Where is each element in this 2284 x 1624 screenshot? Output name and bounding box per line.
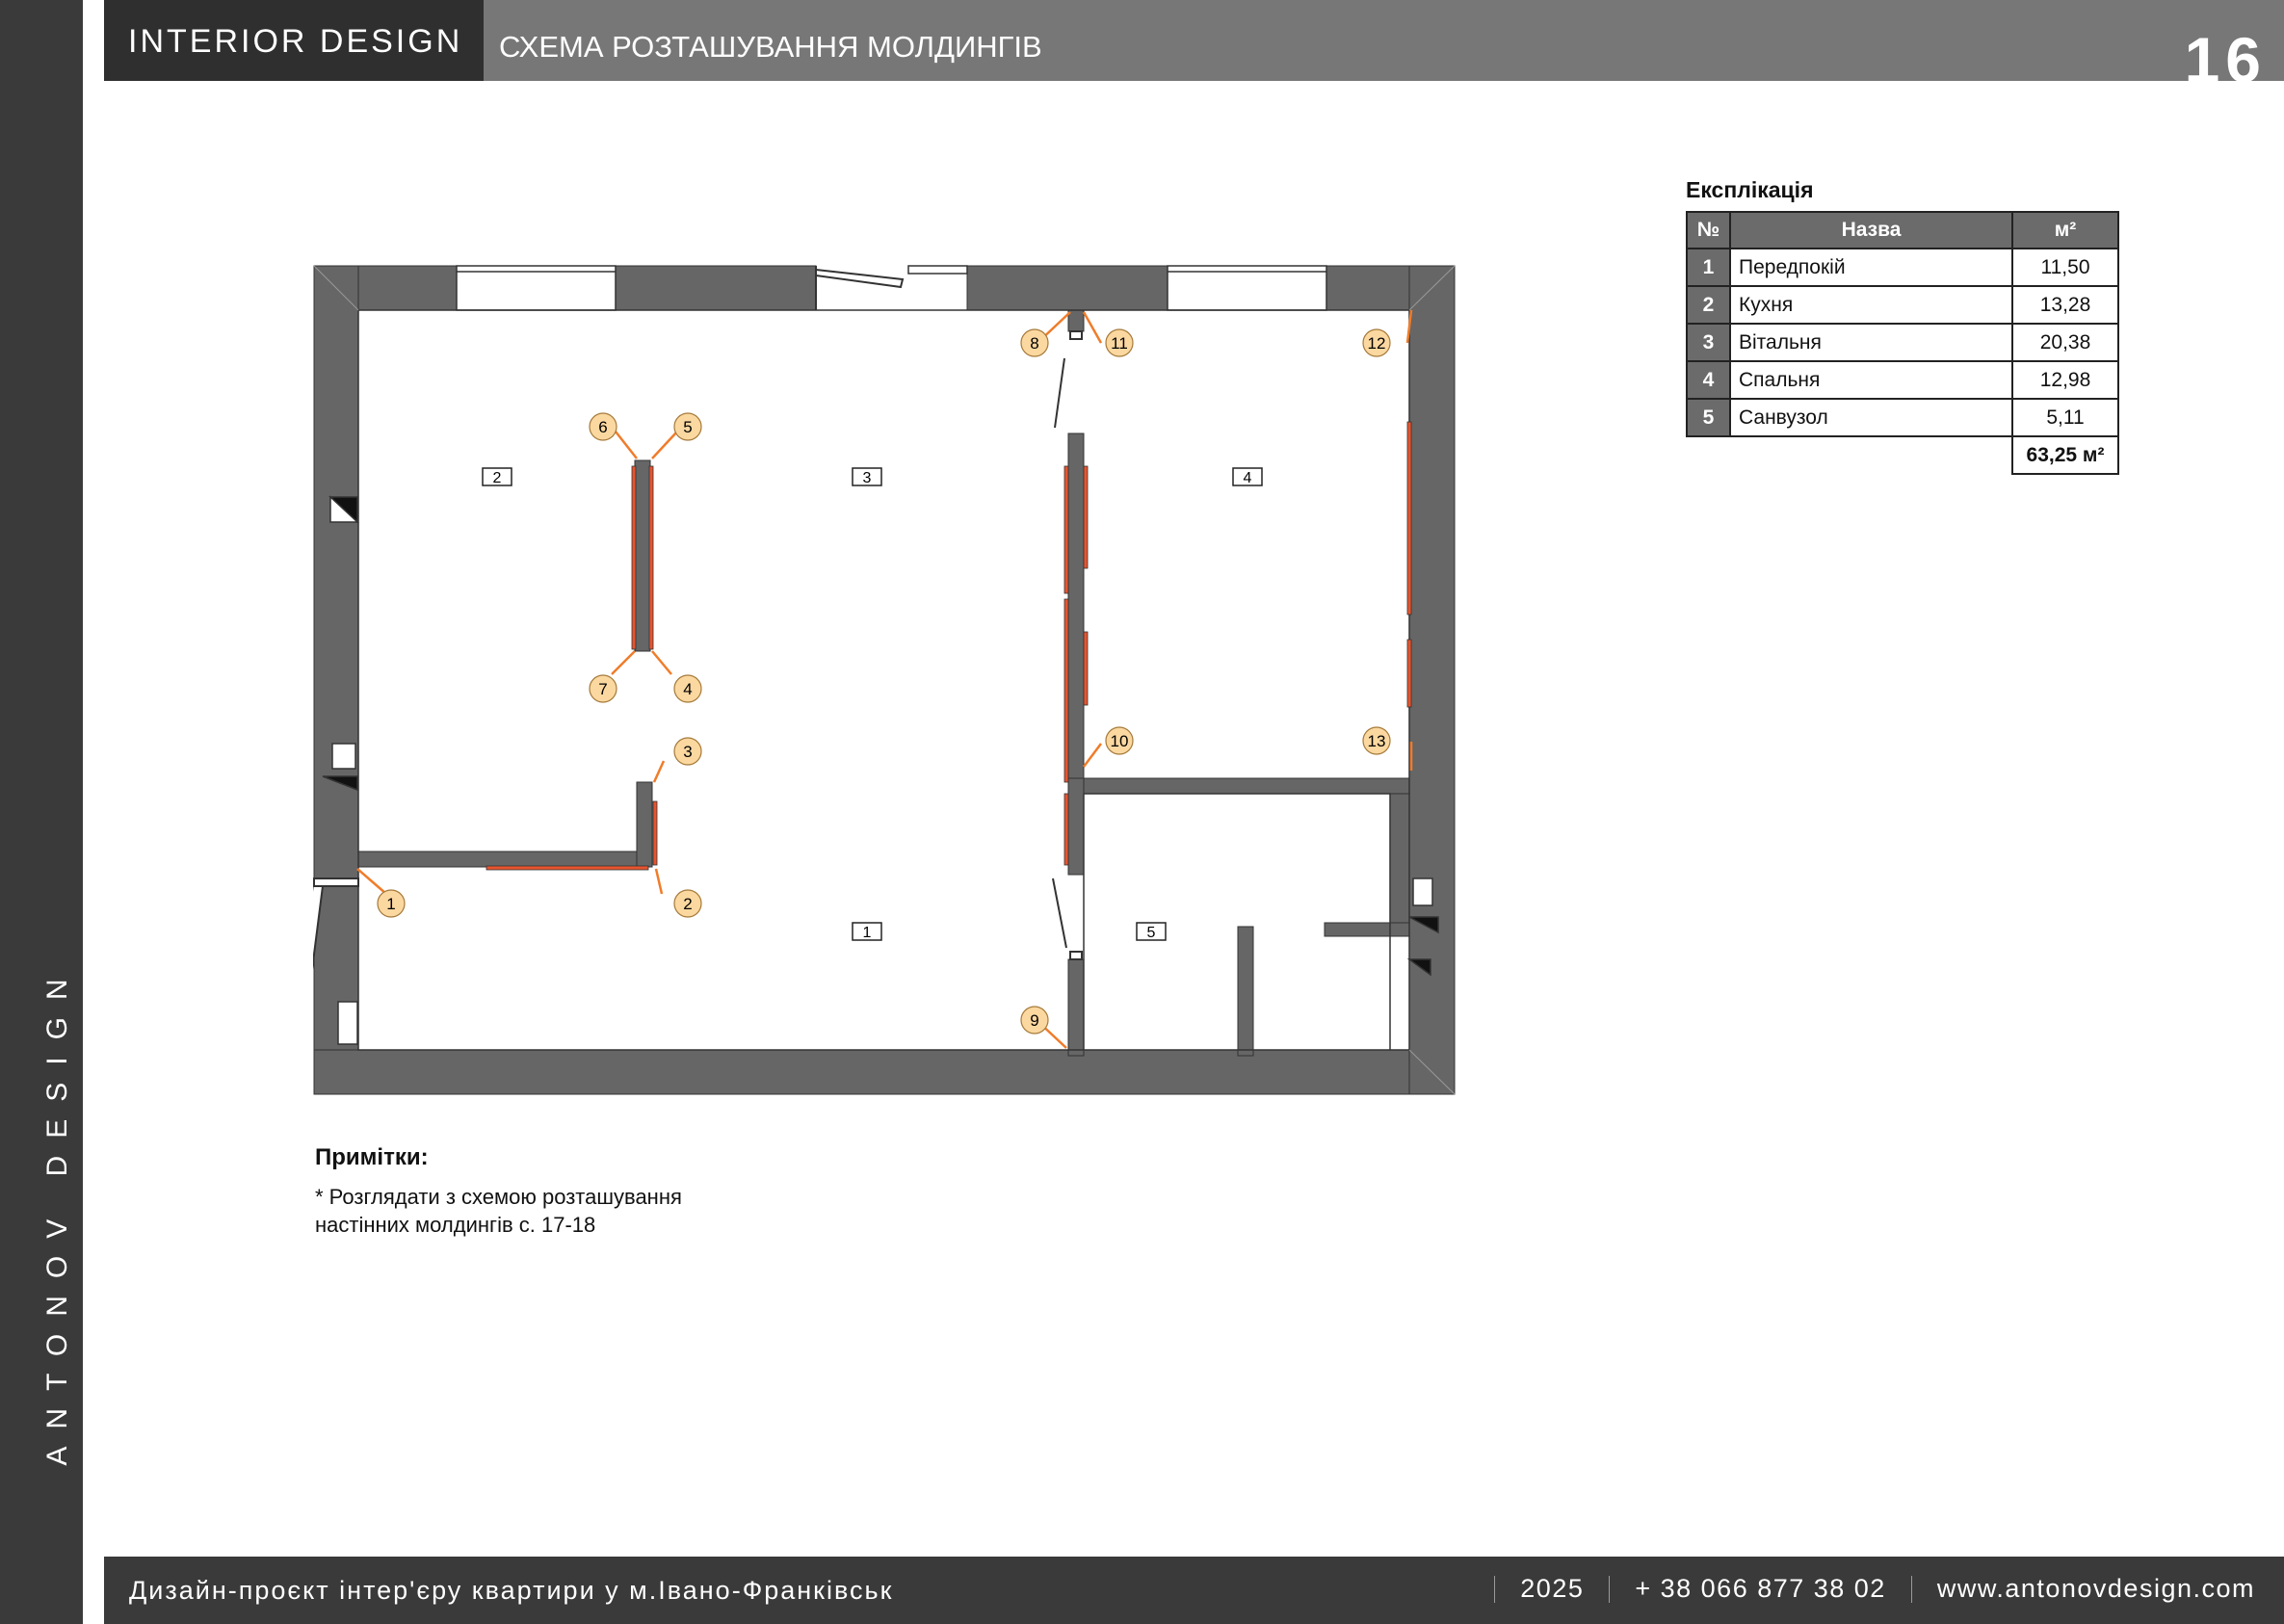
room-tag-1: 1: [852, 922, 882, 941]
svg-text:13: 13: [1368, 732, 1386, 750]
footer-phone: + 38 066 877 38 02: [1635, 1574, 1886, 1603]
windows: [456, 265, 1327, 311]
row-name: Вітальня: [1729, 323, 2013, 362]
room-tag-2: 2: [482, 467, 512, 486]
svg-text:4: 4: [1244, 470, 1252, 486]
header-name: Назва: [1729, 211, 2013, 249]
side-brand-text: ANTONOV DESIGN: [41, 961, 73, 1466]
marker-8: 8: [1020, 328, 1049, 357]
svg-text:3: 3: [683, 743, 692, 761]
table-row: 5 Санвузол 5,11: [1686, 398, 2119, 437]
svg-text:5: 5: [1147, 925, 1156, 941]
row-name: Санвузол: [1729, 398, 2013, 437]
svg-text:1: 1: [386, 895, 395, 913]
page-title: СХЕМА РОЗТАШУВАННЯ МОЛДИНГІВ: [499, 30, 1042, 64]
footer-divider: [1910, 1575, 1912, 1603]
table-row: 4 Спальня 12,98: [1686, 360, 2119, 400]
marker-9: 9: [1020, 1006, 1049, 1035]
marker-5: 5: [673, 412, 702, 441]
row-area: 13,28: [2011, 285, 2119, 325]
svg-text:8: 8: [1030, 334, 1038, 353]
floor-plan: 2 3 4 1 5 1 2 3 4 5 6 7 8 9 10 11 12 13: [313, 265, 1456, 1095]
row-area: 5,11: [2011, 398, 2119, 437]
svg-text:2: 2: [493, 470, 502, 486]
footer-bar: Дизайн-проєкт інтер'єру квартири у м.Іва…: [104, 1557, 2284, 1624]
footer-project: Дизайн-проєкт інтер'єру квартири у м.Іва…: [129, 1576, 894, 1605]
room-tag-5: 5: [1136, 922, 1167, 941]
table-row: 3 Вітальня 20,38: [1686, 323, 2119, 362]
row-area: 20,38: [2011, 323, 2119, 362]
explication-legend: Експлікація № Назва м² 1 Передпокій 11,5…: [1686, 177, 2119, 475]
niches: [322, 495, 1439, 1045]
footer-divider: [1494, 1575, 1496, 1603]
table-header: № Назва м²: [1686, 211, 2119, 249]
svg-text:10: 10: [1111, 732, 1129, 750]
page-number: 16: [2184, 24, 2267, 95]
svg-text:9: 9: [1030, 1011, 1038, 1030]
svg-text:7: 7: [598, 680, 607, 698]
marker-1: 1: [377, 889, 406, 918]
row-area: 11,50: [2011, 248, 2119, 287]
svg-text:5: 5: [683, 418, 692, 436]
svg-text:4: 4: [683, 680, 692, 698]
footer-divider: [1609, 1575, 1611, 1603]
table-row: 1 Передпокій 11,50: [1686, 248, 2119, 287]
table-total-row: 63,25 м²: [1687, 435, 2119, 475]
header-brand: INTERIOR DESIGN: [128, 23, 463, 60]
marker-4: 4: [673, 674, 702, 703]
svg-text:12: 12: [1368, 334, 1386, 353]
total-area: 63,25 м²: [2011, 435, 2119, 475]
corner-lines: [313, 265, 1456, 1095]
svg-text:3: 3: [863, 470, 872, 486]
marker-2: 2: [673, 889, 702, 918]
room-tag-4: 4: [1232, 467, 1263, 486]
marker-12: 12: [1362, 328, 1391, 357]
svg-text:6: 6: [598, 418, 607, 436]
notes-text: * Розглядати з схемою розташування насті…: [315, 1185, 682, 1237]
legend-title: Експлікація: [1686, 177, 1814, 202]
moldings: [486, 421, 1412, 871]
svg-text:11: 11: [1111, 334, 1128, 353]
row-area: 12,98: [2011, 360, 2119, 400]
svg-text:1: 1: [863, 925, 872, 941]
row-no: 2: [1686, 285, 1731, 325]
row-name: Кухня: [1729, 285, 2013, 325]
row-no: 1: [1686, 248, 1731, 287]
notes-title: Примітки:: [315, 1144, 429, 1170]
balcony-door: [815, 266, 905, 310]
header-no: №: [1686, 211, 1731, 249]
row-no: 5: [1686, 398, 1731, 437]
header-area: м²: [2011, 211, 2119, 249]
marker-10: 10: [1105, 726, 1134, 755]
walls: [313, 265, 1456, 1095]
explication-table: № Назва м² 1 Передпокій 11,50 2 Кухня 13…: [1686, 211, 2119, 475]
row-no: 4: [1686, 360, 1731, 400]
marker-13: 13: [1362, 726, 1391, 755]
row-name: Спальня: [1729, 360, 2013, 400]
table-row: 2 Кухня 13,28: [1686, 285, 2119, 325]
room-tag-3: 3: [852, 467, 882, 486]
footer-contacts: 2025 + 38 066 877 38 02 www.antonovdesig…: [1469, 1574, 2255, 1604]
footer-year: 2025: [1520, 1574, 1585, 1603]
marker-11: 11: [1105, 328, 1134, 357]
marker-7: 7: [589, 674, 617, 703]
footer-website[interactable]: www.antonovdesign.com: [1937, 1574, 2255, 1604]
row-no: 3: [1686, 323, 1731, 362]
marker-6: 6: [589, 412, 617, 441]
marker-3: 3: [673, 737, 702, 766]
svg-text:2: 2: [683, 895, 692, 913]
row-name: Передпокій: [1729, 248, 2013, 287]
notes: Примітки: * Розглядати з схемою розташув…: [315, 1144, 758, 1239]
